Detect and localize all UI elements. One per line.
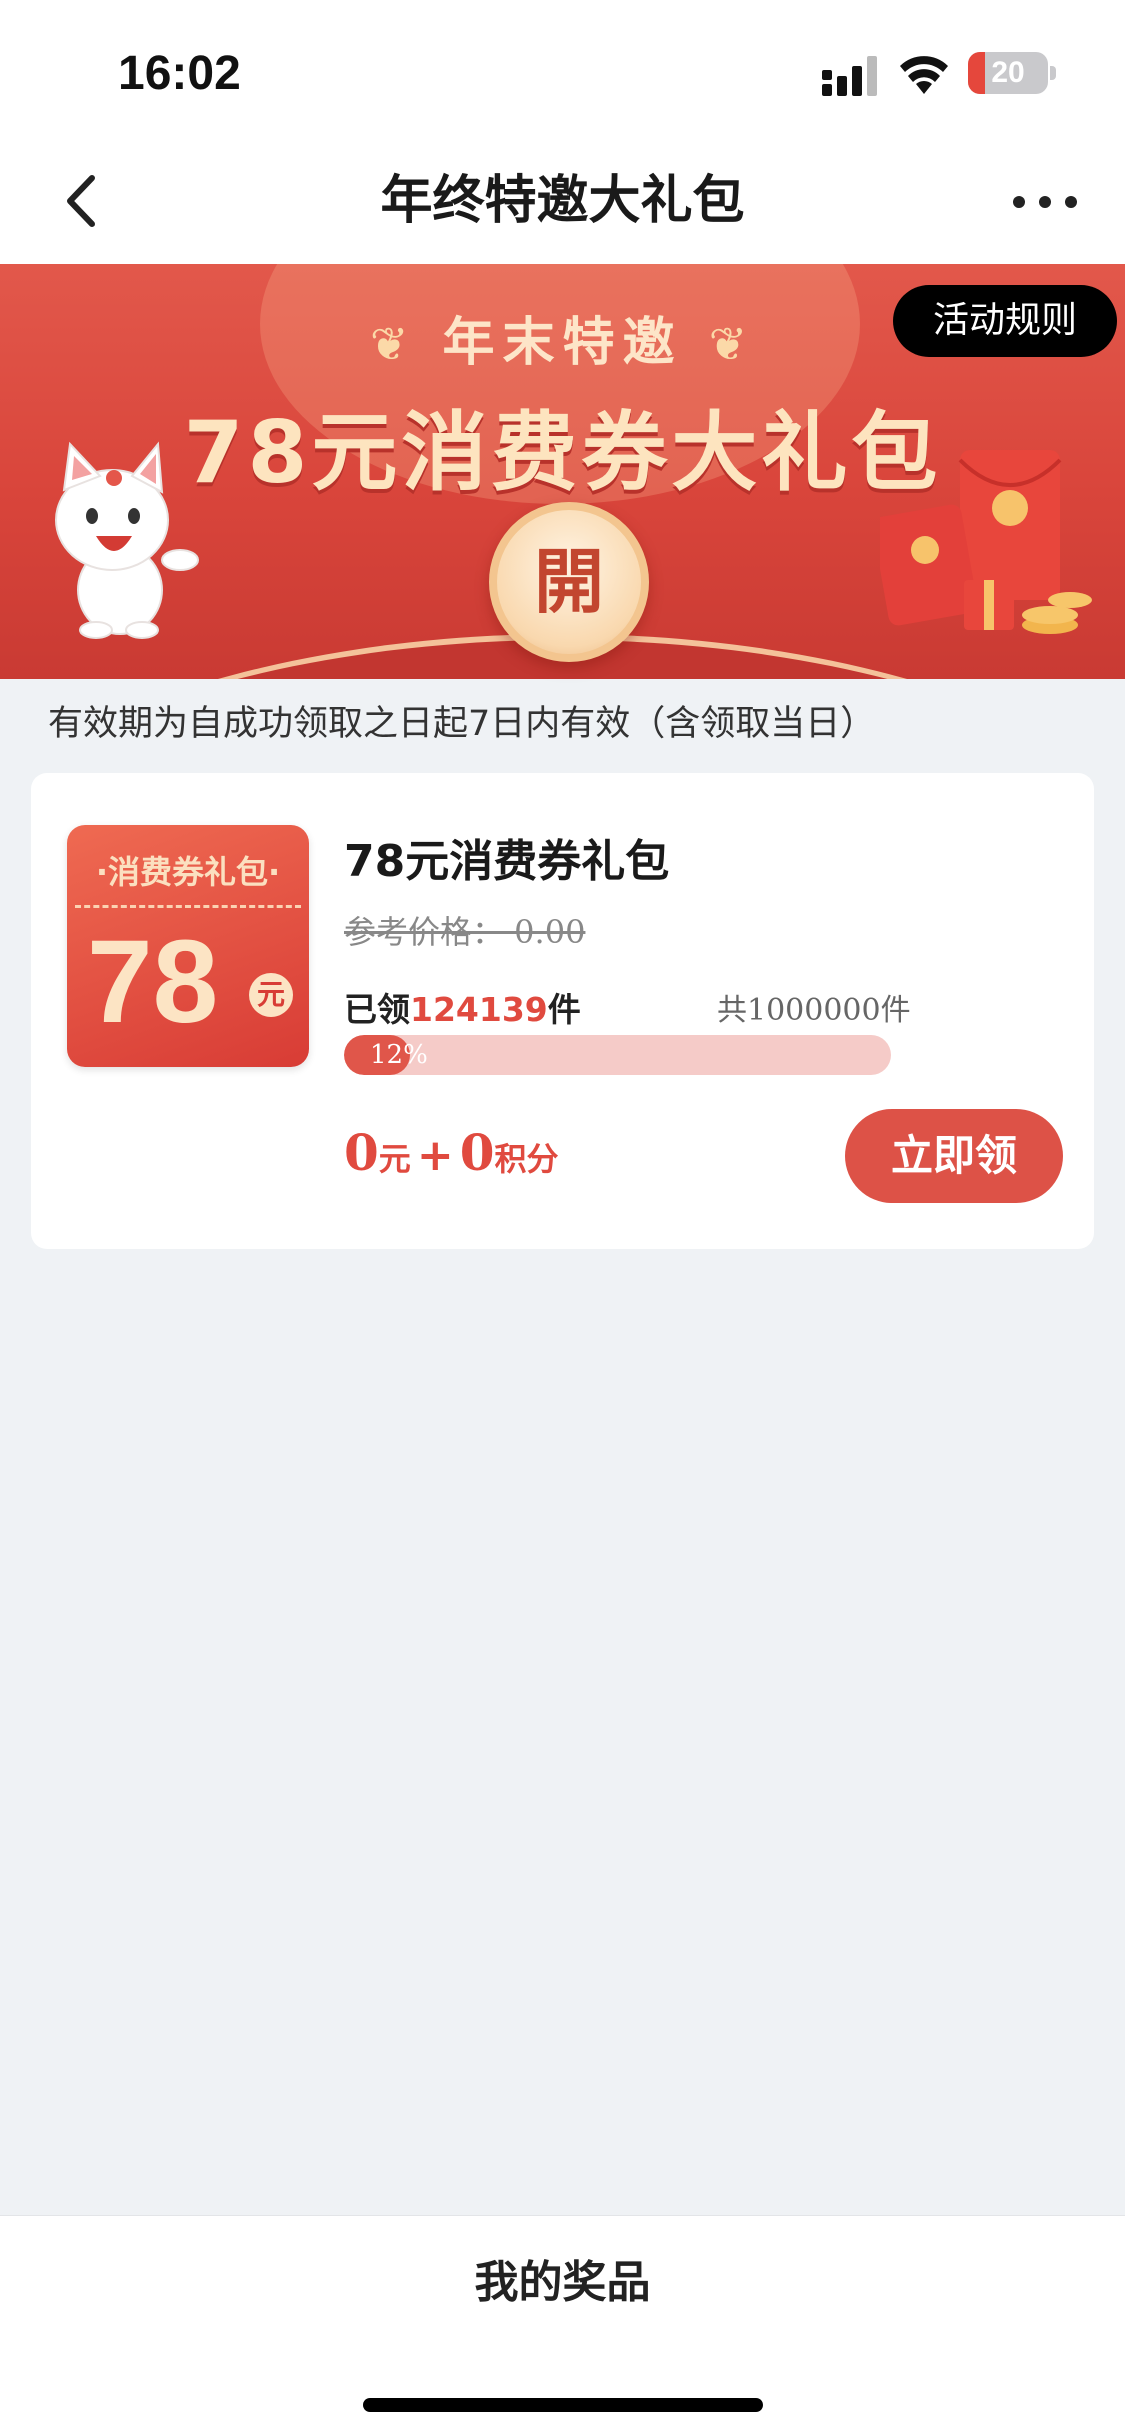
home-indicator[interactable] [363, 2398, 763, 2412]
laurel-right-icon: ❦ [708, 317, 756, 371]
progress-label: 12% [370, 1040, 428, 1070]
reference-price: 参考价格： 0.00 [344, 913, 586, 951]
my-prizes-button[interactable]: 我的奖品 [0, 2246, 1125, 2310]
status-time: 16:02 [118, 47, 241, 100]
battery-cap [1050, 66, 1056, 80]
claim-progress-bar: 12% [344, 1035, 891, 1075]
battery-icon: 20 [968, 52, 1048, 94]
claimed-number: 124139 [410, 990, 548, 1029]
coupon-amount: 78 [87, 916, 219, 1048]
total-count: 共1000000件 [717, 993, 911, 1028]
bottom-bar: 我的奖品 [0, 2215, 1125, 2435]
price-cash: 0 [344, 1123, 379, 1182]
price-points-unit: 积分 [494, 1140, 559, 1178]
mascot-cat-icon [55, 441, 199, 639]
price-points: 0 [459, 1123, 495, 1182]
cellular-signal-icon [822, 56, 877, 96]
coupon-tag-text: 消费券礼包 [107, 853, 268, 891]
activity-rules-button[interactable]: 活动规则 [893, 285, 1117, 357]
status-bar: 16:02 20 [0, 0, 1125, 140]
coupon-thumbnail: ·消费券礼包· 78 元 [67, 825, 309, 1067]
wifi-icon [900, 56, 948, 94]
price-line: 0元 +0积分 [344, 1123, 559, 1182]
page-title: 年终特邀大礼包 [380, 171, 745, 231]
price-plus: + [416, 1130, 454, 1181]
claimed-prefix: 已领 [344, 990, 410, 1029]
claimed-count: 已领124139件 [344, 983, 581, 1031]
claim-now-button[interactable]: 立即领 [845, 1109, 1063, 1203]
nav-bar: 年终特邀大礼包 [0, 140, 1125, 264]
price-cash-unit: 元 [378, 1140, 411, 1178]
red-envelope-gifts-icon [880, 450, 1092, 634]
coupon-divider [75, 905, 301, 908]
more-options-icon[interactable] [1005, 176, 1085, 226]
battery-level: 20 [991, 56, 1025, 89]
open-button[interactable]: 開 [489, 502, 649, 662]
validity-note: 有效期为自成功领取之日起7日内有效（含领取当日） [48, 704, 876, 744]
claimed-suffix: 件 [547, 990, 581, 1029]
laurel-left-icon: ❦ [369, 317, 417, 371]
coupon-unit: 元 [249, 973, 293, 1017]
banner-subtitle-text: 年末特邀 [442, 313, 683, 373]
item-title: 78元消费券礼包 [344, 836, 670, 887]
coupon-tag: ·消费券礼包· [95, 853, 281, 891]
gift-item-card: ·消费券礼包· 78 元 78元消费券礼包 参考价格： 0.00 已领12413… [31, 773, 1094, 1249]
